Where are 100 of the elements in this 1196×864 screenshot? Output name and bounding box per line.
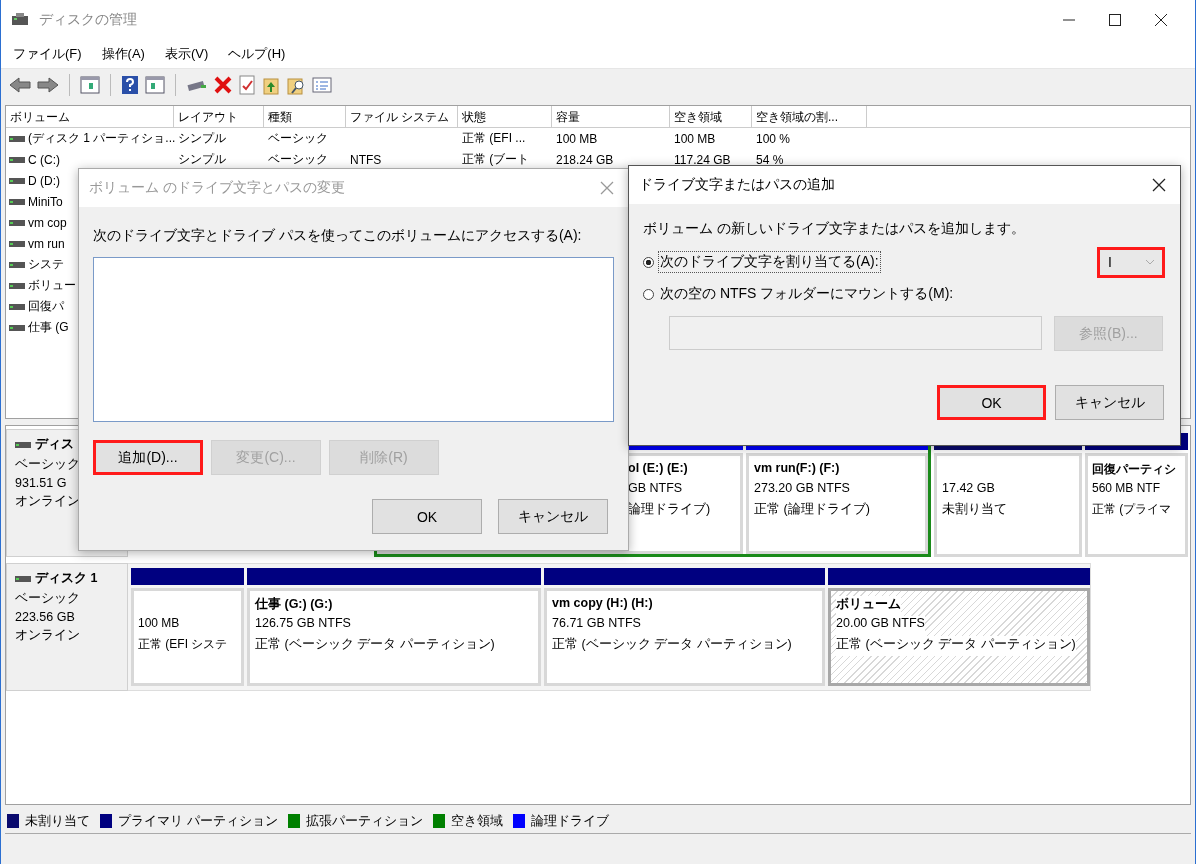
disk-management-icon <box>11 13 29 27</box>
radio-label[interactable]: 次のドライブ文字を割り当てる(A): <box>658 251 881 273</box>
window-title: ディスクの管理 <box>39 11 137 29</box>
drive-icon <box>9 303 25 310</box>
volume-name[interactable]: vm cop <box>28 215 67 230</box>
radio-button[interactable] <box>643 256 654 268</box>
disk-type: ベーシック <box>15 456 81 473</box>
column-header[interactable]: 空き領域 <box>670 106 752 128</box>
volume-name[interactable]: ボリュー <box>28 278 76 292</box>
table-cell-text: ベーシック <box>267 151 329 168</box>
partition-status: 正常 (EFI システ <box>138 636 229 653</box>
legend-label: 論理ドライブ <box>530 812 609 830</box>
partition-size: GB NTFS <box>628 481 684 497</box>
partition-size: 100 MB <box>138 616 181 632</box>
column-header[interactable]: ファイル システム <box>346 106 458 128</box>
drive-icon <box>9 324 25 331</box>
disk-label-panel[interactable]: ディスク 1 ベーシック 223.56 GB オンライン <box>6 563 128 691</box>
partition-size: 20.00 GB NTFS <box>836 616 925 636</box>
dialog-button[interactable]: OK <box>372 499 482 534</box>
column-header[interactable]: 状態 <box>458 106 552 128</box>
table-cell-text: 117.24 GB <box>673 152 732 167</box>
volume-name[interactable]: 回復パ <box>28 299 64 313</box>
folder-search-icon[interactable] <box>286 75 306 95</box>
volume-name[interactable]: C (C:) <box>28 152 60 167</box>
partition-box[interactable]: 回復パーティシ 560 MB NTF 正常 (プライマ <box>1085 453 1188 557</box>
partition-box[interactable]: ボリューム 20.00 GB NTFS 正常 (ベーシック データ パーティション) <box>828 588 1090 686</box>
disk-size: 223.56 GB <box>15 610 76 624</box>
partition-name: ボリューム <box>836 596 901 616</box>
drive-icon <box>15 575 31 582</box>
menu-item[interactable]: 表示(V) <box>164 45 209 63</box>
caret-icon <box>1146 259 1154 265</box>
partition-size: 17.42 GB <box>942 481 996 497</box>
column-header[interactable]: レイアウト <box>174 106 264 128</box>
drive-icon <box>9 240 25 247</box>
back-arrow-icon[interactable] <box>9 76 31 94</box>
volume-name[interactable]: D (D:) <box>28 173 60 188</box>
partition-box[interactable]: 17.42 GB 未割り当て <box>934 453 1082 557</box>
close-icon[interactable] <box>1155 14 1167 26</box>
close-icon[interactable] <box>1152 178 1166 192</box>
table-cell-text: NTFS <box>349 152 383 167</box>
disk-name: ディスク 1 <box>35 570 98 587</box>
action-pane-icon[interactable] <box>145 76 165 94</box>
help-icon[interactable] <box>121 75 139 95</box>
drive-icon <box>9 282 25 289</box>
legend-label: プライマリ パーティション <box>118 812 278 830</box>
partition-name: 回復パーティシ <box>1092 461 1177 478</box>
column-header[interactable]: 種類 <box>264 106 346 128</box>
table-cell-text: ベーシック <box>267 130 329 147</box>
column-header[interactable]: 容量 <box>552 106 670 128</box>
volume-name[interactable]: (ディスク 1 パーティショ... <box>28 131 176 145</box>
maximize-icon[interactable] <box>1109 14 1121 26</box>
disk-status: オンライン <box>15 627 81 644</box>
console-tree-icon[interactable] <box>80 76 100 94</box>
menu-item[interactable]: ファイル(F) <box>13 45 82 63</box>
dialog-label: 次のドライブ文字とドライブ パスを使ってこのボリュームにアクセスする(A): <box>93 227 583 245</box>
column-header[interactable]: 空き領域の割... <box>752 106 867 128</box>
dialog-title: ドライブ文字またはパスの追加 <box>639 176 835 194</box>
volume-name[interactable]: MiniTo <box>28 194 63 209</box>
dialog-button[interactable]: OK <box>937 385 1046 420</box>
table-cell-text: 100 MB <box>673 131 717 146</box>
column-header[interactable]: ボリューム <box>6 106 174 128</box>
disk-type: ベーシック <box>15 590 81 607</box>
forward-arrow-icon[interactable] <box>37 76 59 94</box>
table-cell-text: 218.24 GB <box>555 152 615 167</box>
table-cell-text: シンプル <box>177 130 227 147</box>
dialog-button[interactable]: キャンセル <box>498 499 608 534</box>
partition-size: 126.75 GB NTFS <box>255 616 352 632</box>
radio-button[interactable] <box>643 288 654 300</box>
legend-label: 空き領域 <box>450 812 503 830</box>
table-cell-text: 100 MB <box>555 131 599 146</box>
checklist-icon[interactable] <box>238 75 256 95</box>
drive-icon <box>9 177 25 184</box>
dialog-button[interactable]: 追加(D)... <box>93 440 203 475</box>
table-cell-text: 正常 (ブート <box>461 151 531 168</box>
volume-name[interactable]: システ <box>28 257 64 271</box>
table-cell-text: 54 % <box>755 152 785 167</box>
radio-label[interactable]: 次の空の NTFS フォルダーにマウントする(M): <box>658 283 956 305</box>
drive-letter-dropdown[interactable]: I <box>1097 246 1165 278</box>
dialog-description: ボリューム の新しいドライブ文字またはパスを追加します。 <box>643 220 1026 238</box>
partition-size: 560 MB NTF <box>1092 481 1161 497</box>
partition-status: 正常 (ベーシック データ パーティション) <box>836 636 1076 656</box>
drive-icon <box>9 219 25 226</box>
volume-name[interactable]: vm run <box>28 236 65 251</box>
partition-box[interactable]: vm run(F:) (F:) 273.20 GB NTFS 正常 (論理ドライブ) <box>746 453 928 554</box>
legend-label: 未割り当て <box>25 812 90 830</box>
drive-icon <box>9 261 25 268</box>
partition-box[interactable]: 仕事 (G:) (G:) 126.75 GB NTFS 正常 (ベーシック データ パーティション) <box>247 588 541 686</box>
drive-icon <box>15 441 31 448</box>
drive-icon <box>9 156 25 163</box>
partition-box[interactable]: vm copy (H:) (H:) 76.71 GB NTFS 正常 (ベーシック データ パーティション) <box>544 588 825 686</box>
partition-size: 76.71 GB NTFS <box>552 616 642 632</box>
menu-item[interactable]: 操作(A) <box>101 45 145 63</box>
menu-item[interactable]: ヘルプ(H) <box>228 45 286 63</box>
delete-icon[interactable] <box>214 76 232 94</box>
table-cell-text: 正常 (EFI ... <box>461 130 527 147</box>
table-cell-text: 100 % <box>755 131 792 146</box>
dialog-button[interactable]: キャンセル <box>1055 385 1164 420</box>
partition-status: 正常 (論理ドライブ) <box>754 501 871 518</box>
partition-box[interactable]: 100 MB 正常 (EFI システ <box>131 588 244 686</box>
volume-name[interactable]: 仕事 (G <box>28 320 69 334</box>
